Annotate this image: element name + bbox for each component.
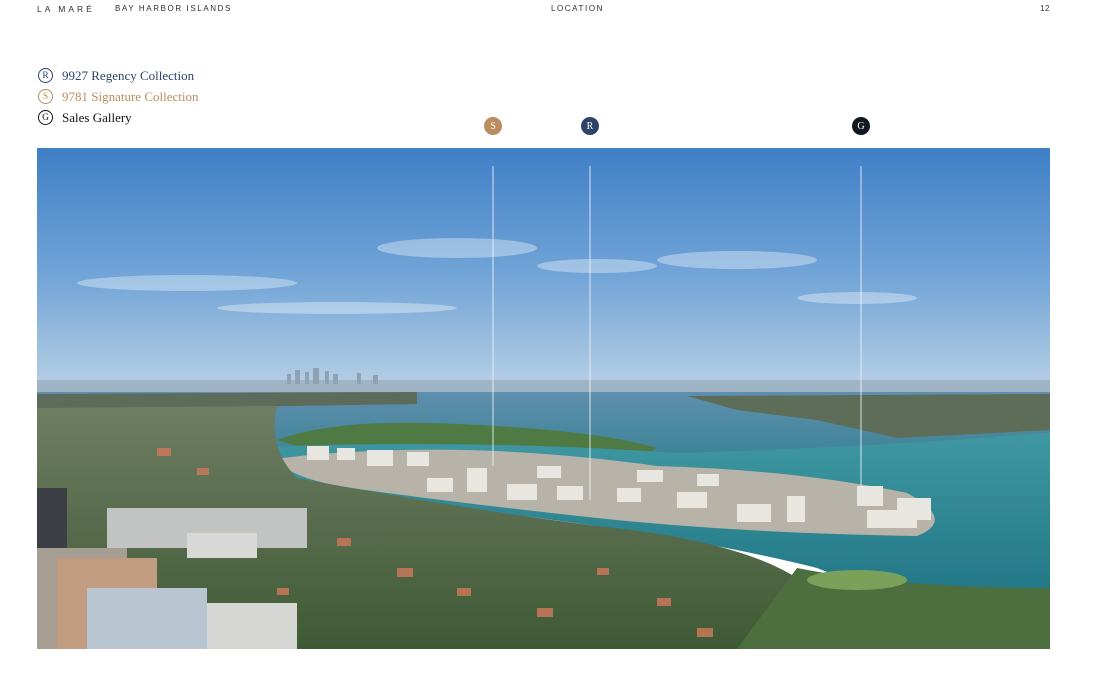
regency-marker-icon: R	[38, 68, 53, 83]
aerial-photo	[37, 148, 1050, 649]
legend-item-regency: R 9927 Regency Collection	[38, 65, 198, 86]
legend-label-signature: 9781 Signature Collection	[62, 88, 199, 104]
location-legend: R 9927 Regency Collection S 9781 Signatu…	[38, 65, 198, 128]
legend-item-gallery: G Sales Gallery	[38, 107, 198, 128]
legend-label-regency: 9927 Regency Collection	[62, 67, 195, 83]
signature-marker-icon: S	[38, 89, 53, 104]
gallery-marker-icon: G	[38, 110, 53, 125]
legend-item-signature: S 9781 Signature Collection	[38, 86, 198, 107]
signature-map-pin: S	[484, 117, 502, 135]
section-title: LOCATION	[550, 4, 605, 13]
legend-label-gallery: Sales Gallery	[62, 109, 132, 125]
gallery-map-pin: G	[852, 117, 870, 135]
regency-map-pin: R	[581, 117, 599, 135]
page-number: 12	[1040, 4, 1050, 13]
